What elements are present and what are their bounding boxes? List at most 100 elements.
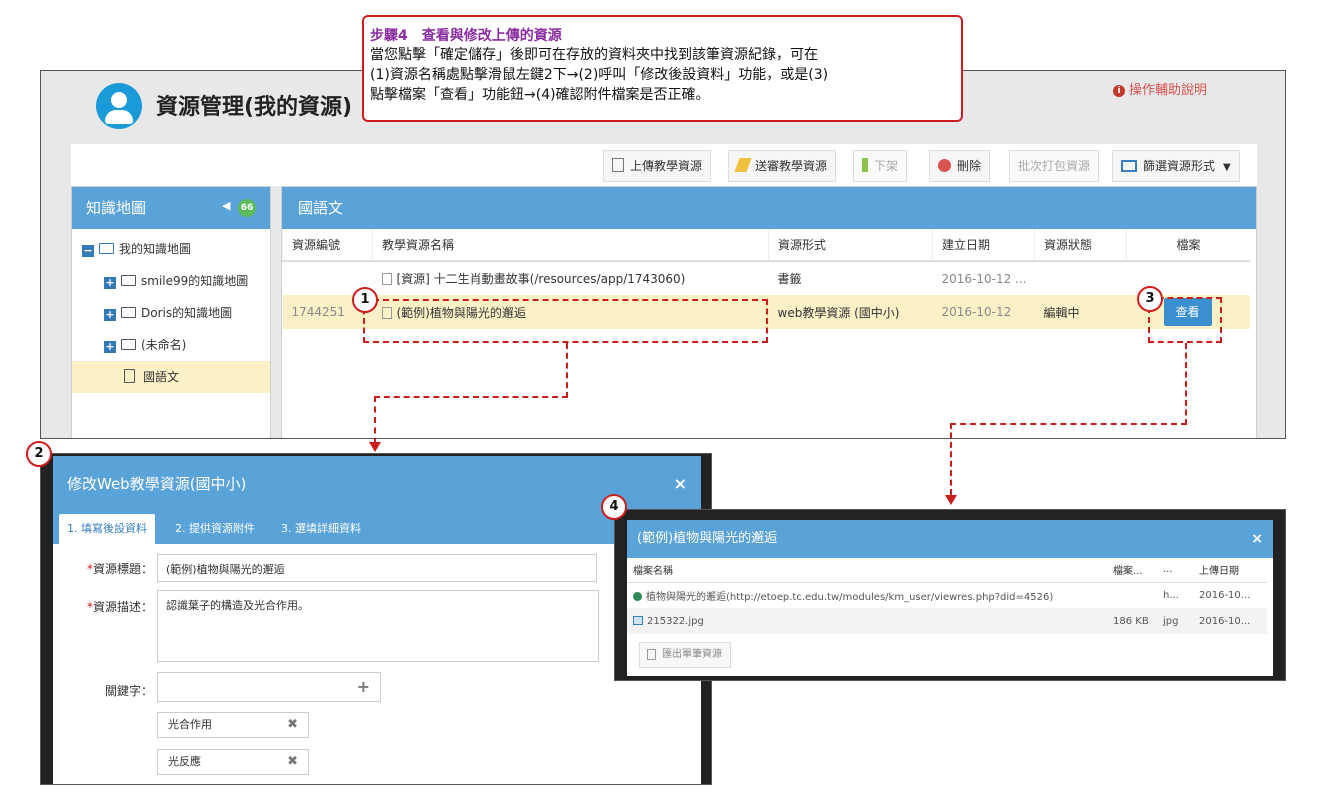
toolbar: 上傳教學資源 送審教學資源 下架 刪除 批次打包資源 篩選資源形式 ▼	[71, 144, 1257, 186]
quote-badge-icon[interactable]: 66	[238, 199, 256, 217]
panel-header: 國語文	[282, 187, 1256, 229]
tree-item-doris[interactable]: + Doris的知識地圖	[72, 297, 270, 329]
cell-size: 186 KB	[1107, 608, 1157, 634]
minus-circle-icon	[938, 159, 951, 172]
delete-label: 刪除	[957, 159, 982, 173]
filter-type-dropdown[interactable]: 篩選資源形式 ▼	[1112, 150, 1240, 182]
info-icon: i	[1113, 85, 1125, 97]
cell-name[interactable]: [資源] 十二生肖動畫故事(/resources/app/1743060)	[373, 261, 769, 295]
dialog-title: (範例)植物與陽光的邂逅	[637, 531, 778, 546]
tree-item-smile99[interactable]: + smile99的知識地圖	[72, 265, 270, 297]
col-date[interactable]: 建立日期	[932, 229, 1035, 262]
col-status[interactable]: 資源狀態	[1034, 229, 1127, 262]
cell-type: 書籤	[777, 272, 802, 286]
tree-label: smile99的知識地圖	[141, 274, 249, 288]
step-marker-2: 2	[26, 441, 52, 467]
col-upload-date[interactable]: 上傳日期	[1193, 558, 1267, 583]
cell-filename[interactable]: 植物與陽光的邂逅(http://etoep.tc.edu.tw/modules/…	[627, 582, 1107, 608]
label-text: 資源標題：	[92, 562, 153, 576]
delete-button[interactable]: 刪除	[929, 150, 991, 182]
help-link[interactable]: i 操作輔助說明	[1113, 79, 1207, 98]
collapse-icon[interactable]: ◀	[222, 199, 230, 212]
tree-label: Doris的知識地圖	[141, 306, 233, 320]
table-row[interactable]: 215322.jpg 186 KB jpg 2016-10...	[627, 608, 1267, 634]
table-row[interactable]: 植物與陽光的邂逅(http://etoep.tc.edu.tw/modules/…	[627, 582, 1267, 608]
image-file-icon	[633, 615, 643, 625]
knowledge-map-sidebar: 知識地圖 ◀ 66 − 我的知識地圖 + smile99的知識地圖 + Doris的知…	[71, 186, 271, 438]
keyword-input[interactable]: +	[157, 672, 381, 702]
page-title: 資源管理(我的資源)	[156, 95, 353, 120]
dialog-tabs: 1. 填寫後設資料 2. 提供資源附件 3. 選填詳細資料	[53, 512, 701, 544]
tree-item-unnamed[interactable]: + (未命名)	[72, 329, 270, 361]
cell-filename[interactable]: 215322.jpg	[627, 608, 1107, 634]
expand-plus-icon[interactable]: +	[104, 309, 116, 321]
title-field[interactable]: (範例)植物與陽光的邂逅	[157, 554, 597, 582]
tab-details[interactable]: 3. 選填詳細資料	[273, 514, 369, 544]
upload-resource-button[interactable]: 上傳教學資源	[603, 150, 712, 182]
tab-metadata[interactable]: 1. 填寫後設資料	[59, 514, 155, 544]
files-table: 檔案名稱 檔案... ... 上傳日期 植物與陽光的邂逅(http://etoe…	[627, 558, 1267, 634]
batch-pack-button[interactable]: 批次打包資源	[1009, 150, 1100, 182]
step-marker-4: 4	[601, 494, 627, 520]
expand-plus-icon[interactable]: +	[104, 277, 116, 289]
cell-type: jpg	[1157, 608, 1193, 634]
close-icon[interactable]: ×	[674, 456, 687, 512]
col-type[interactable]: 資源形式	[768, 229, 933, 262]
cell-type: web教學資源 (國中小)	[768, 295, 933, 329]
folder-icon	[121, 275, 136, 286]
step-marker-1: 1	[352, 287, 378, 313]
resource-manager-window: 資源管理(我的資源) i 操作輔助說明 上傳教學資源 送審教學資源 下架 刪除 批…	[40, 70, 1286, 439]
keyword-field-label: 關鍵字：	[104, 684, 153, 698]
resource-name[interactable]: [資源] 十二生肖動畫故事(/resources/app/1743060)	[397, 272, 686, 286]
unpublish-button[interactable]: 下架	[853, 150, 908, 182]
connector-line	[1185, 343, 1187, 425]
keyword-chip: 光合作用 ✖	[157, 712, 309, 738]
connector-line	[374, 396, 376, 444]
folder-open-icon	[99, 243, 114, 254]
col-file[interactable]: 檔案	[1126, 229, 1250, 262]
dialog-header: (範例)植物與陽光的邂逅	[627, 520, 1273, 558]
remove-icon[interactable]: ✖	[287, 713, 298, 737]
cell-status	[1035, 261, 1127, 295]
col-filename[interactable]: 檔案名稱	[627, 558, 1107, 583]
table-row[interactable]: [資源] 十二生肖動畫故事(/resources/app/1743060) 書籤…	[283, 261, 1251, 295]
desc-field-label: *資源描述：	[53, 598, 153, 615]
submit-label: 送審教學資源	[755, 159, 828, 173]
desc-field[interactable]: 認識葉子的構造及光合作用。	[157, 590, 599, 662]
arrow-down-icon	[945, 495, 957, 505]
col-name[interactable]: 教學資源名稱	[372, 229, 769, 262]
cell-date: 2016-10-12 ...	[941, 271, 1027, 286]
export-icon	[647, 649, 656, 660]
connector-line	[566, 343, 568, 398]
collapse-minus-icon[interactable]: −	[82, 245, 94, 257]
link-icon	[633, 591, 642, 601]
cell-date: 2016-10...	[1193, 608, 1267, 634]
tree-label: 國語文	[143, 370, 180, 384]
caret-down-icon: ▼	[1223, 162, 1231, 173]
cell-type: h...	[1163, 589, 1179, 601]
arrow-down-icon	[369, 442, 381, 452]
expand-plus-icon[interactable]: +	[104, 341, 116, 353]
tree-label: (未命名)	[141, 338, 187, 352]
tree-item-my-map[interactable]: − 我的知識地圖	[72, 233, 270, 265]
file-name[interactable]: 植物與陽光的邂逅(http://etoep.tc.edu.tw/modules/…	[646, 592, 1053, 603]
add-keyword-icon[interactable]: +	[357, 677, 370, 696]
file-name[interactable]: 215322.jpg	[647, 616, 704, 627]
tree-label: 我的知識地圖	[119, 242, 192, 256]
col-type[interactable]: ...	[1157, 558, 1193, 583]
panel-title: 國語文	[298, 199, 344, 217]
remove-icon[interactable]: ✖	[287, 750, 298, 774]
dialog-body: (範例)植物與陽光的邂逅 × 檔案名稱 檔案... ... 上傳日期 植物與陽光…	[627, 520, 1273, 676]
file-icon	[124, 369, 135, 383]
dialog-title: 修改Web教學資源(國中小)	[67, 475, 247, 493]
sidebar-title: 知識地圖	[86, 199, 147, 217]
col-size[interactable]: 檔案...	[1107, 558, 1157, 583]
close-icon[interactable]: ×	[1251, 520, 1263, 558]
tree-item-chinese[interactable]: 國語文	[72, 361, 270, 393]
file-list-dialog: (範例)植物與陽光的邂逅 × 檔案名稱 檔案... ... 上傳日期 植物與陽光…	[614, 509, 1286, 681]
col-id[interactable]: 資源編號	[282, 229, 373, 262]
file-icon	[381, 273, 392, 285]
tab-attachments[interactable]: 2. 提供資源附件	[167, 514, 263, 544]
export-resource-button[interactable]: 匯出單筆資源	[639, 642, 731, 668]
submit-review-button[interactable]: 送審教學資源	[728, 150, 837, 182]
